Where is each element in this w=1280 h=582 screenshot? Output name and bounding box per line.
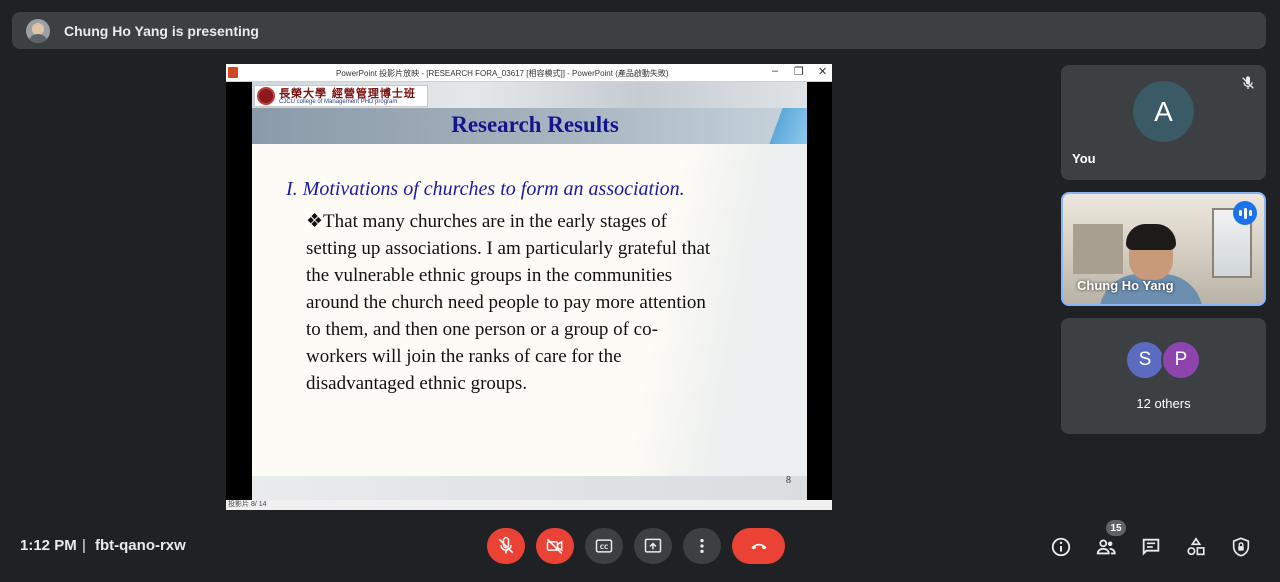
presenter-bar: Chung Ho Yang is presenting [12,12,1266,49]
others-count-label: 12 others [1136,396,1191,411]
host-controls-button[interactable] [1229,535,1253,559]
info-icon [1051,537,1071,557]
camera-toggle-button[interactable] [536,528,574,564]
ppt-statusbar: 投影片 8/ 14 [226,500,832,510]
participant-count-badge: 15 [1106,520,1126,536]
people-icon [1096,539,1116,555]
powerpoint-icon [228,67,238,78]
slide-body-line: workers will join the ranks of care for … [306,346,622,367]
ppt-titlebar: PowerPoint 投影片放映 - [RESEARCH FORA_03617 … [226,64,832,82]
separator: | [82,537,86,554]
slide-body-line: ❖That many churches are in the early sta… [306,211,667,232]
meeting-details-button[interactable] [1049,535,1073,559]
participant-tile-you[interactable]: A You [1061,65,1266,180]
logo-english-text: CJCU college of Management PHD program [279,98,398,105]
slide-footer [252,476,807,500]
mic-off-icon [1242,76,1254,89]
slide-body-line: around the church need people to pay mor… [306,292,706,313]
avatar: S [1125,340,1165,380]
slide-title: Research Results [451,112,619,137]
camera-off-icon [546,538,563,555]
slide-body: ❖That many churches are in the early sta… [306,208,778,397]
close-icon[interactable]: ✕ [818,65,827,78]
presenter-avatar [26,18,50,43]
slide-body-line: setting up associations. I am particular… [306,238,711,259]
slide-number: 8 [786,475,791,486]
speaking-indicator-icon [1233,201,1257,225]
logo-chinese-text: 長榮大學 經營管理博士班 [279,86,416,100]
university-seal-icon [257,87,275,105]
presentation-slide: 長榮大學 經營管理博士班 CJCU college of Management … [252,82,807,500]
avatar: P [1161,340,1201,380]
hang-up-icon [751,543,766,550]
presenter-label: Chung Ho Yang is presenting [64,22,259,39]
chat-button[interactable] [1139,535,1163,559]
more-options-button[interactable] [683,528,721,564]
university-logo: 長榮大學 經營管理博士班 CJCU college of Management … [254,85,428,107]
slide-body-line: the vulnerable ethnic groups in the comm… [306,265,673,286]
shared-screen[interactable]: PowerPoint 投影片放映 - [RESEARCH FORA_03617 … [226,64,832,510]
ppt-window-title: PowerPoint 投影片放映 - [RESEARCH FORA_03617 … [336,69,669,78]
chat-icon [1142,538,1160,556]
slide-body-line: disadvantaged ethnic groups. [306,373,528,394]
activities-button[interactable] [1184,535,1208,559]
slide-heading: I. Motivations of churches to form an as… [286,178,685,200]
minimize-icon[interactable]: – [772,65,778,77]
mic-off-icon [498,536,514,554]
present-screen-button[interactable] [634,528,672,564]
mic-toggle-button[interactable] [487,528,525,564]
captions-button[interactable]: CC [585,528,623,564]
meeting-time: 1:12 PM [20,537,77,554]
present-icon [644,538,662,553]
closed-captions-icon: CC [595,539,613,553]
maximize-icon[interactable]: ❐ [794,65,804,78]
svg-text:CC: CC [600,545,609,551]
participant-name: You [1072,151,1096,166]
people-button[interactable] [1094,535,1118,559]
participant-tile-others[interactable]: S P 12 others [1061,318,1266,434]
participant-tile-speaker[interactable]: Chung Ho Yang [1061,192,1266,306]
shield-lock-icon [1232,537,1250,557]
leave-call-button[interactable] [732,528,785,564]
activities-icon [1187,537,1205,556]
more-vert-icon [700,538,704,554]
avatar: A [1133,81,1194,142]
slide-body-line: to them, and then one person or a group … [306,319,658,340]
meeting-code: fbt-qano-rxw [95,537,186,554]
participant-name: Chung Ho Yang [1077,278,1174,293]
